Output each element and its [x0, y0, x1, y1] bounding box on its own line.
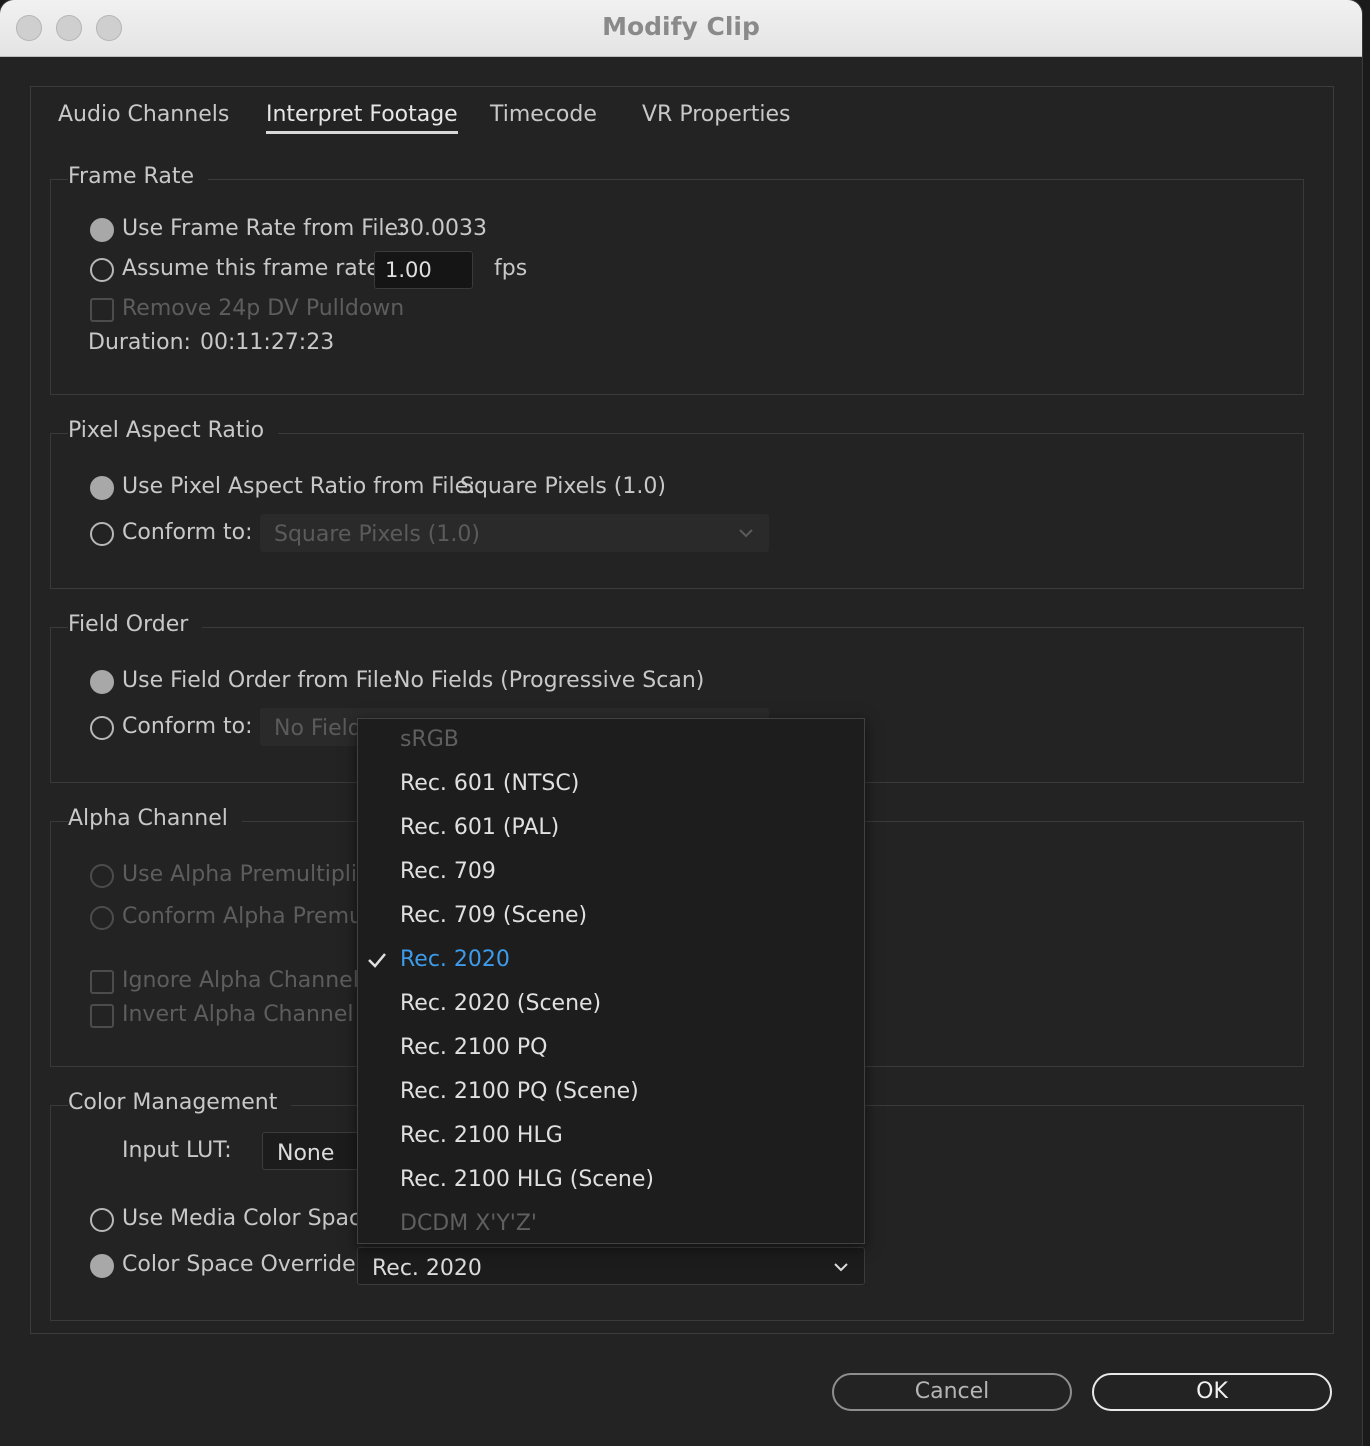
color-space-override-radio[interactable]	[90, 1254, 114, 1278]
alpha-channel-heading: Alpha Channel	[68, 806, 242, 831]
par-conform-radio[interactable]	[90, 522, 114, 546]
conform-alpha-premult-radio[interactable]	[90, 906, 114, 930]
field-order-heading: Field Order	[68, 612, 203, 637]
pixel-aspect-heading: Pixel Aspect Ratio	[68, 418, 279, 443]
menu-item-rec2100-hlg-scene[interactable]: Rec. 2100 HLG (Scene)	[400, 1167, 654, 1192]
input-lut-label: Input LUT:	[122, 1138, 232, 1163]
field-order-conform-label: Conform to:	[122, 714, 253, 739]
menu-item-rec2020[interactable]: Rec. 2020	[400, 947, 510, 972]
input-lut-value: None	[277, 1141, 335, 1166]
assume-frame-rate-radio[interactable]	[90, 258, 114, 282]
file-par-value: Square Pixels (1.0)	[460, 474, 666, 499]
field-order-conform-radio[interactable]	[90, 716, 114, 740]
invert-alpha-checkbox[interactable]	[90, 1004, 114, 1028]
menu-item-dcdm-xyz: DCDM X'Y'Z'	[400, 1211, 537, 1236]
tab-audio-channels[interactable]: Audio Channels	[58, 102, 229, 127]
fps-label: fps	[494, 256, 528, 281]
window-title: Modify Clip	[602, 12, 760, 41]
menu-item-rec601-pal[interactable]: Rec. 601 (PAL)	[400, 815, 559, 840]
use-alpha-premult-radio[interactable]	[90, 864, 114, 888]
frame-rate-input[interactable]: 1.00	[374, 251, 473, 289]
invert-alpha-label: Invert Alpha Channel	[122, 1002, 354, 1027]
menu-item-srgb: sRGB	[400, 727, 459, 752]
duration-value: 00:11:27:23	[200, 330, 335, 355]
use-field-order-from-file-label: Use Field Order from File:	[122, 668, 400, 693]
chevron-down-icon	[834, 1263, 848, 1272]
modify-clip-dialog: Modify Clip Audio Channels Interpret Foo…	[0, 0, 1362, 1446]
field-order-conform-value: No Field	[274, 716, 362, 741]
conform-alpha-premult-label: Conform Alpha Premult	[122, 904, 378, 929]
remove-pulldown-label: Remove 24p DV Pulldown	[122, 296, 405, 321]
use-frame-rate-from-file-label: Use Frame Rate from File:	[122, 216, 406, 241]
assume-frame-rate-label: Assume this frame rate:	[122, 256, 388, 281]
title-bar: Modify Clip	[0, 0, 1362, 57]
checkmark-icon	[368, 953, 386, 968]
menu-item-rec601-ntsc[interactable]: Rec. 601 (NTSC)	[400, 771, 579, 796]
frame-rate-group	[50, 179, 1304, 395]
color-space-override-label: Color Space Override:	[122, 1252, 364, 1277]
ignore-alpha-label: Ignore Alpha Channel	[122, 968, 359, 993]
chevron-down-icon	[739, 529, 753, 538]
use-frame-rate-from-file-radio[interactable]	[90, 218, 114, 242]
menu-item-rec2020-scene[interactable]: Rec. 2020 (Scene)	[400, 991, 601, 1016]
use-alpha-premult-label: Use Alpha Premultiplica	[122, 862, 383, 887]
ignore-alpha-checkbox[interactable]	[90, 970, 114, 994]
par-conform-select[interactable]: Square Pixels (1.0)	[260, 514, 769, 552]
use-par-from-file-label: Use Pixel Aspect Ratio from File:	[122, 474, 476, 499]
par-conform-label: Conform to:	[122, 520, 253, 545]
ok-button[interactable]: OK	[1092, 1373, 1332, 1411]
menu-item-rec2100-hlg[interactable]: Rec. 2100 HLG	[400, 1123, 563, 1148]
par-conform-value: Square Pixels (1.0)	[274, 522, 480, 547]
use-par-from-file-radio[interactable]	[90, 476, 114, 500]
file-field-order-value: No Fields (Progressive Scan)	[394, 668, 705, 693]
color-space-dropdown-menu: sRGB Rec. 601 (NTSC) Rec. 601 (PAL) Rec.…	[357, 718, 865, 1244]
file-frame-rate-value: 30.0033	[396, 216, 487, 241]
color-space-override-value: Rec. 2020	[372, 1256, 482, 1281]
menu-item-rec709-scene[interactable]: Rec. 709 (Scene)	[400, 903, 587, 928]
pixel-aspect-group	[50, 433, 1304, 589]
cancel-button[interactable]: Cancel	[832, 1373, 1072, 1411]
use-field-order-from-file-radio[interactable]	[90, 670, 114, 694]
tab-vr-properties[interactable]: VR Properties	[642, 102, 791, 127]
color-space-override-select[interactable]: Rec. 2020	[357, 1247, 865, 1285]
menu-item-rec709[interactable]: Rec. 709	[400, 859, 496, 884]
menu-item-rec2100-pq[interactable]: Rec. 2100 PQ	[400, 1035, 547, 1060]
frame-rate-heading: Frame Rate	[68, 164, 208, 189]
use-media-color-space-label: Use Media Color Space f	[122, 1206, 390, 1231]
tab-interpret-footage[interactable]: Interpret Footage	[266, 102, 458, 134]
tab-timecode[interactable]: Timecode	[490, 102, 597, 127]
menu-item-rec2100-pq-scene[interactable]: Rec. 2100 PQ (Scene)	[400, 1079, 639, 1104]
color-management-heading: Color Management	[68, 1090, 292, 1115]
duration-label: Duration:	[88, 330, 191, 355]
remove-pulldown-checkbox[interactable]	[90, 298, 114, 322]
use-media-color-space-radio[interactable]	[90, 1208, 114, 1232]
